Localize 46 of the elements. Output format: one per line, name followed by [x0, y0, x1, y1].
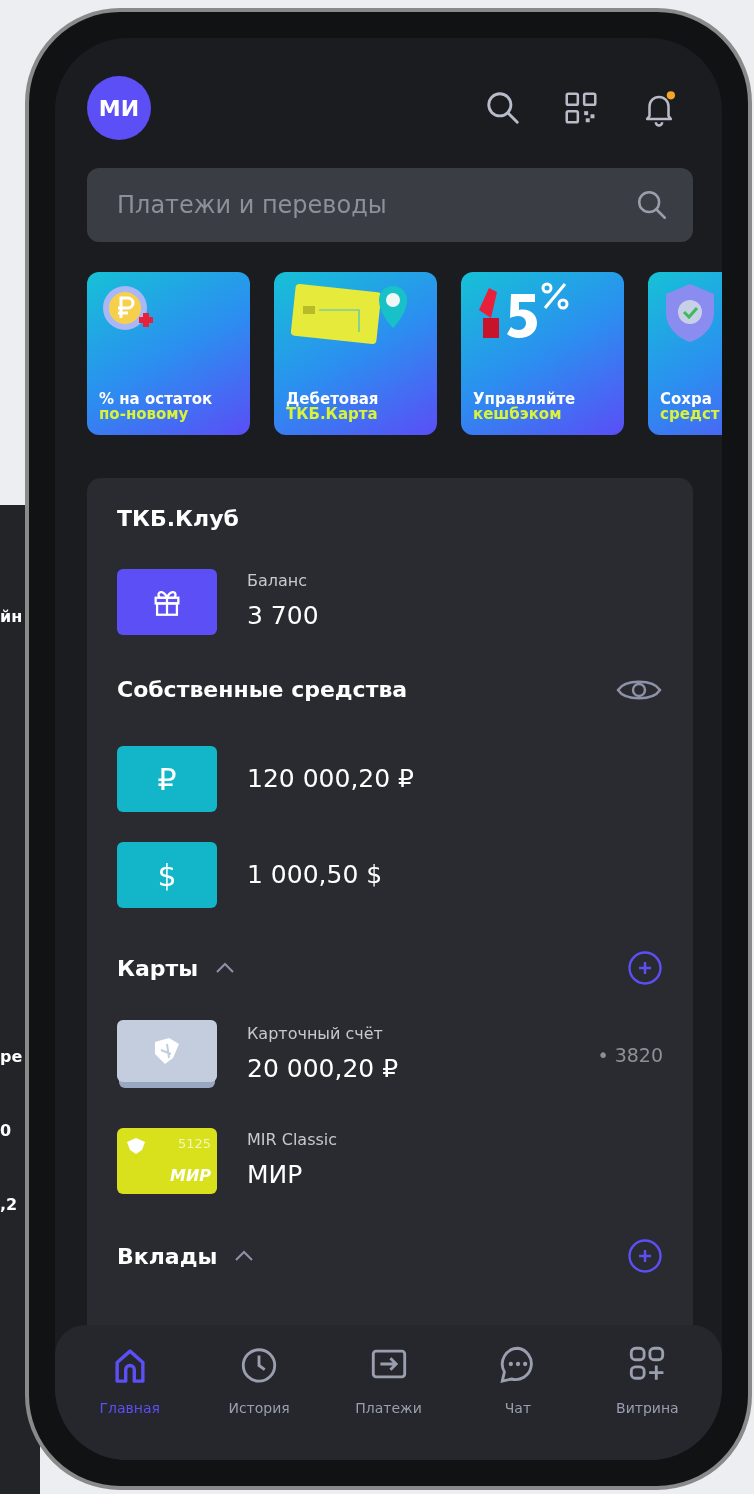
text-fragment: ,2 [0, 1194, 18, 1216]
promo-subtitle: ТКБ.Карта [286, 407, 379, 423]
section-title: Вклады [117, 1242, 218, 1271]
promo-title: Дебетовая [286, 391, 380, 408]
promo-subtitle: средст [660, 407, 721, 423]
card-name: Карточный счёт [247, 1023, 384, 1046]
balance-value: 3 700 [247, 600, 319, 633]
balance-label: Баланс [247, 570, 309, 593]
card-amount: МИР [247, 1159, 304, 1192]
section-title: Собственные средства [117, 676, 408, 704]
card-brand: МИР [169, 1165, 211, 1187]
avatar[interactable]: МИ [87, 76, 151, 140]
text-fragment: 0 [0, 1120, 12, 1142]
promo-title: % на остаток [99, 391, 214, 408]
add-icon[interactable] [627, 950, 663, 986]
promo-card[interactable]: Сохра средст [648, 272, 722, 435]
nav-tab[interactable]: Платежи [323, 1343, 454, 1460]
card-number-mask: • 3820 [597, 1042, 663, 1068]
search-icon [635, 188, 669, 222]
promo-card[interactable]: % на остаток по-новому [87, 272, 250, 435]
section-title: ТКБ.Клуб [117, 505, 240, 533]
promo-title: Управляйте [473, 391, 577, 408]
promo-card[interactable]: Управляйте кешбэком [461, 272, 624, 435]
promo-title: Сохра [660, 391, 713, 408]
add-icon[interactable] [627, 1238, 663, 1274]
account-amount[interactable]: 120 000,20 ₽ [247, 760, 414, 798]
nav-tab[interactable]: История [194, 1343, 324, 1460]
card-row[interactable]: 5125 МИР MIR Classic МИР [117, 1128, 663, 1194]
section-title: Карты [117, 954, 199, 983]
card-name: MIR Classic [247, 1129, 339, 1152]
qr-code-icon[interactable] [562, 89, 600, 127]
nav-tab[interactable]: Чат [453, 1343, 583, 1460]
card-number: 5125 [177, 1135, 211, 1153]
account-amount[interactable]: 1 000,50 $ [247, 856, 383, 894]
text-fragment: йн [0, 606, 23, 628]
card-logo-icon [125, 1136, 147, 1156]
search-icon[interactable] [484, 89, 522, 127]
card-amount: 20 000,20 ₽ [247, 1053, 400, 1086]
promo-subtitle: по-новому [99, 407, 190, 423]
promo-subtitle: кешбэком [473, 407, 562, 423]
nav-tab[interactable]: Витрина [582, 1343, 713, 1460]
text-fragment: ре [0, 1046, 23, 1068]
search-field[interactable]: Платежи и переводы [87, 168, 693, 242]
promo-card[interactable]: Дебетовая ТКБ.Карта [274, 272, 437, 435]
card-row[interactable]: Карточный счёт 20 000,20 ₽ • 3820 [117, 1020, 663, 1090]
gift-tile[interactable] [117, 569, 217, 635]
